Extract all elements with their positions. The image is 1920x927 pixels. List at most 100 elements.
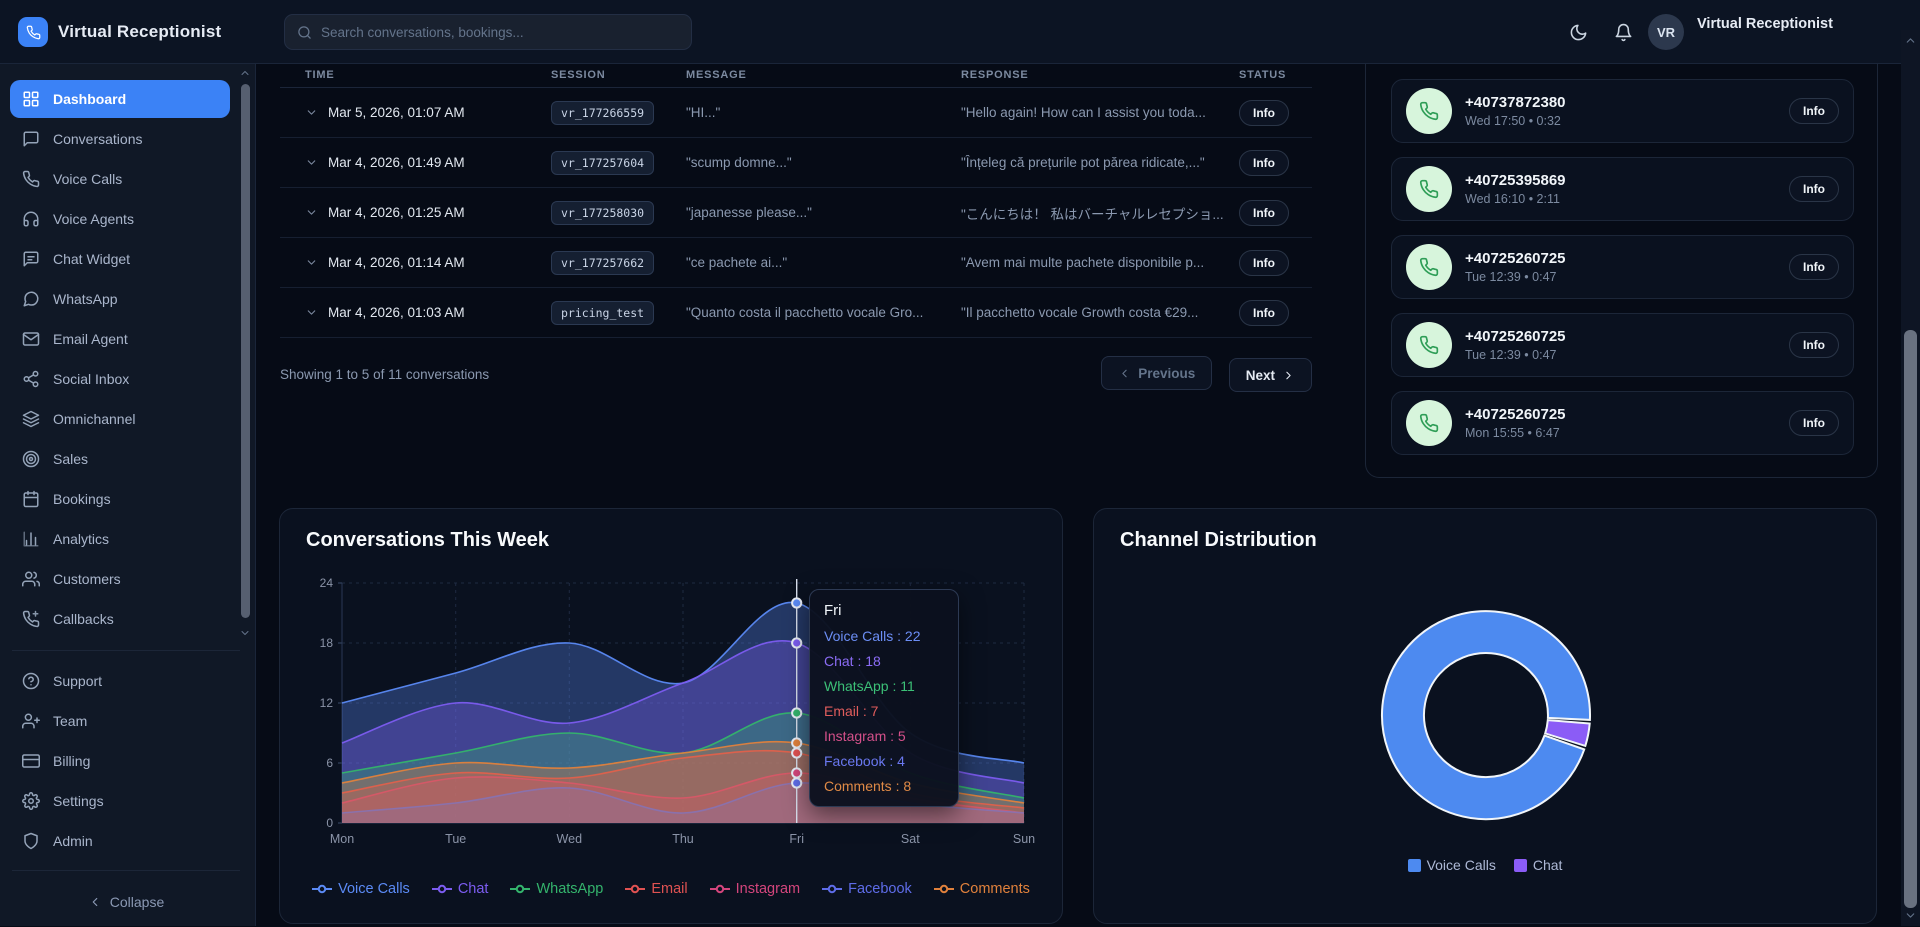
svg-text:Mon: Mon	[330, 832, 354, 846]
sidebar-item-chat-widget[interactable]: Chat Widget	[10, 240, 230, 278]
layers-icon	[22, 410, 40, 428]
chevron-up-icon	[239, 67, 251, 79]
table-row[interactable]: Mar 4, 2026, 01:49 AM vr_177257604 "scum…	[280, 138, 1312, 188]
sidebar-item-email-agent[interactable]: Email Agent	[10, 320, 230, 358]
brand-title: Virtual Receptionist	[58, 22, 221, 42]
row-response: "Avem mai multe pachete disponibile p...	[961, 255, 1239, 270]
sidebar-item-team[interactable]: Team	[10, 702, 230, 740]
legend-item-facebook[interactable]: Facebook	[822, 881, 912, 897]
page-scrollbar[interactable]	[1901, 30, 1920, 926]
avatar[interactable]: VR	[1648, 14, 1684, 50]
legend-item-email[interactable]: Email	[625, 881, 687, 897]
previous-button[interactable]: Previous	[1101, 356, 1212, 390]
sidebar-item-callbacks[interactable]: Callbacks	[10, 600, 230, 638]
sidebar-item-settings[interactable]: Settings	[10, 782, 230, 820]
app-logo	[18, 17, 48, 47]
table-header: TIMESESSIONMESSAGERESPONSESTATUS	[280, 64, 1312, 86]
tooltip-row: Comments : 8	[824, 778, 944, 794]
chevron-down-icon	[305, 156, 318, 169]
svg-text:Thu: Thu	[672, 832, 694, 846]
sidebar-item-admin[interactable]: Admin	[10, 822, 230, 860]
sidebar-item-omnichannel[interactable]: Omnichannel	[10, 400, 230, 438]
info-button[interactable]: Info	[1239, 150, 1289, 176]
sidebar-item-support[interactable]: Support	[10, 662, 230, 700]
legend-glyph-icon	[432, 884, 452, 894]
recent-calls-panel: +40737872380 Wed 17:50 • 0:32 Info +4072…	[1365, 64, 1878, 478]
legend-item-instagram[interactable]: Instagram	[710, 881, 800, 897]
next-button[interactable]: Next	[1229, 358, 1312, 392]
session-badge: vr_177266559	[551, 101, 654, 125]
call-avatar	[1406, 322, 1452, 368]
legend-item-voice-calls[interactable]: Voice Calls	[312, 881, 410, 897]
previous-label: Previous	[1138, 366, 1195, 381]
call-info-button[interactable]: Info	[1789, 98, 1839, 124]
user-plus-icon	[22, 712, 40, 730]
row-message: "Quanto costa il pacchetto vocale Gro...	[686, 305, 961, 320]
call-meta: Mon 15:55 • 6:47	[1465, 426, 1776, 440]
call-list-item[interactable]: +40725260725 Mon 15:55 • 6:47 Info	[1391, 391, 1854, 455]
legend-item-voice-calls[interactable]: Voice Calls	[1408, 857, 1496, 873]
grid-icon	[22, 90, 40, 108]
sidebar-item-social-inbox[interactable]: Social Inbox	[10, 360, 230, 398]
call-list-item[interactable]: +40725260725 Tue 12:39 • 0:47 Info	[1391, 313, 1854, 377]
sidebar-item-voice-agents[interactable]: Voice Agents	[10, 200, 230, 238]
info-button[interactable]: Info	[1239, 200, 1289, 226]
sidebar-scrollbar[interactable]	[238, 64, 252, 644]
call-avatar	[1406, 88, 1452, 134]
sidebar-divider	[12, 650, 240, 651]
table-row[interactable]: Mar 4, 2026, 01:25 AM vr_177258030 "japa…	[280, 188, 1312, 238]
bell-icon	[1614, 23, 1633, 42]
moon-icon	[1569, 23, 1588, 42]
sidebar-item-sales[interactable]: Sales	[10, 440, 230, 478]
sidebar-item-whatsapp[interactable]: WhatsApp	[10, 280, 230, 318]
sidebar-item-billing[interactable]: Billing	[10, 742, 230, 780]
call-list-item[interactable]: +40725260725 Tue 12:39 • 0:47 Info	[1391, 235, 1854, 299]
headphones-icon	[22, 210, 40, 228]
sidebar-item-customers[interactable]: Customers	[10, 560, 230, 598]
search-bar[interactable]	[284, 14, 692, 50]
call-info-button[interactable]: Info	[1789, 332, 1839, 358]
tooltip-row: Chat : 18	[824, 653, 944, 669]
page-scrollbar-thumb[interactable]	[1904, 330, 1917, 908]
table-row[interactable]: Mar 4, 2026, 01:14 AM vr_177257662 "ce p…	[280, 238, 1312, 288]
legend-label: Comments	[960, 881, 1030, 897]
sidebar-item-bookings[interactable]: Bookings	[10, 480, 230, 518]
share-icon	[22, 370, 40, 388]
call-info-button[interactable]: Info	[1789, 254, 1839, 280]
info-button[interactable]: Info	[1239, 100, 1289, 126]
call-info-button[interactable]: Info	[1789, 176, 1839, 202]
row-message: "ce pachete ai..."	[686, 255, 961, 270]
legend-item-chat[interactable]: Chat	[1514, 857, 1563, 873]
info-button[interactable]: Info	[1239, 300, 1289, 326]
legend-item-whatsapp[interactable]: WhatsApp	[510, 881, 603, 897]
legend-glyph-icon	[312, 884, 332, 894]
chevron-down-icon	[239, 627, 251, 639]
dark-mode-toggle[interactable]	[1566, 20, 1590, 44]
conversations-table: TIMESESSIONMESSAGERESPONSESTATUS Mar 5, …	[280, 64, 1312, 392]
collapse-button[interactable]: Collapse	[10, 884, 242, 920]
call-list-item[interactable]: +40725395869 Wed 16:10 • 2:11 Info	[1391, 157, 1854, 221]
notifications-button[interactable]	[1611, 20, 1635, 44]
sidebar-item-label: Bookings	[53, 491, 111, 507]
donut-slice-voice-calls[interactable]	[1382, 611, 1590, 819]
legend-item-chat[interactable]: Chat	[432, 881, 489, 897]
call-avatar	[1406, 244, 1452, 290]
phone-callback-icon	[22, 610, 40, 628]
call-info-button[interactable]: Info	[1789, 410, 1839, 436]
sidebar-item-voice-calls[interactable]: Voice Calls	[10, 160, 230, 198]
sidebar-item-label: Customers	[53, 571, 121, 587]
sidebar-nav: Dashboard Conversations Voice Calls Voic…	[0, 78, 240, 638]
chevron-right-icon	[1282, 369, 1295, 382]
sidebar-item-dashboard[interactable]: Dashboard	[10, 80, 230, 118]
sidebar-item-conversations[interactable]: Conversations	[10, 120, 230, 158]
table-row[interactable]: Mar 5, 2026, 01:07 AM vr_177266559 "HI..…	[280, 88, 1312, 138]
table-row[interactable]: Mar 4, 2026, 01:03 AM pricing_test "Quan…	[280, 288, 1312, 338]
legend-item-comments[interactable]: Comments	[934, 881, 1030, 897]
info-button[interactable]: Info	[1239, 250, 1289, 276]
sidebar-item-analytics[interactable]: Analytics	[10, 520, 230, 558]
donut-chart[interactable]	[1094, 565, 1878, 861]
channel-distribution-card: Channel Distribution Voice Calls Chat	[1093, 508, 1877, 924]
call-list-item[interactable]: +40737872380 Wed 17:50 • 0:32 Info	[1391, 79, 1854, 143]
search-input[interactable]	[321, 25, 679, 40]
sidebar-scrollbar-thumb[interactable]	[241, 84, 250, 618]
